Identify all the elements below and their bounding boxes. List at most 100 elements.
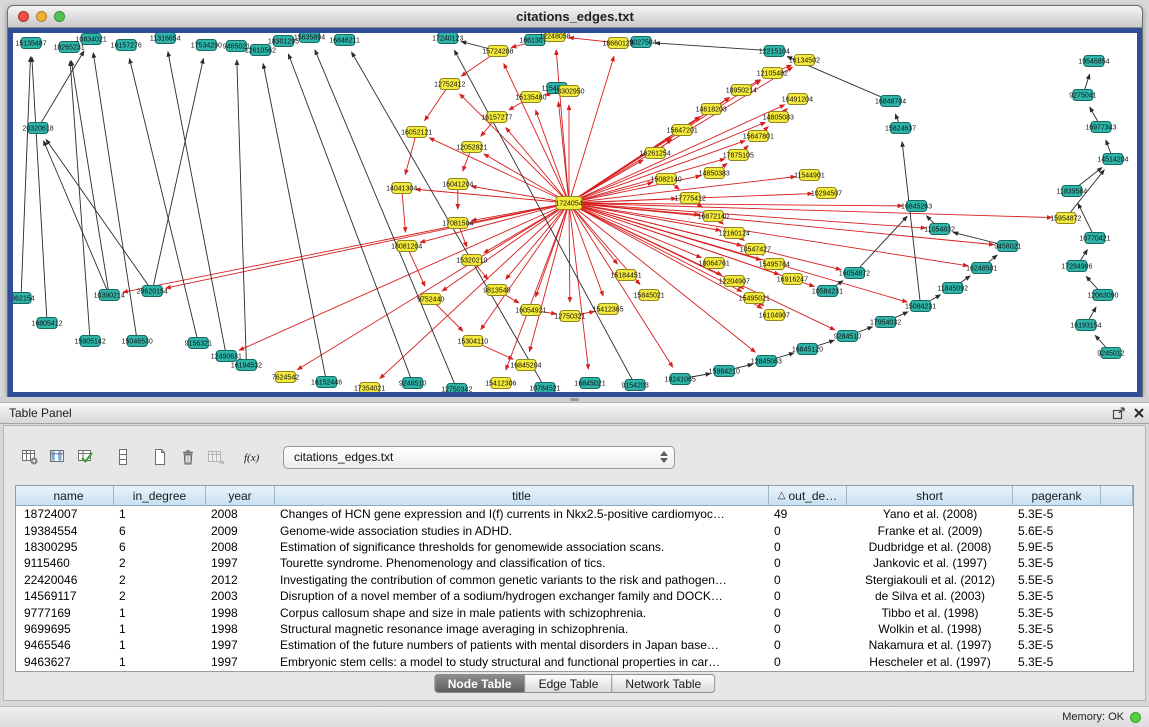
column-header-year[interactable]: year bbox=[206, 486, 275, 506]
network-node[interactable]: 10584231 bbox=[812, 286, 843, 297]
network-node[interactable]: 16846211 bbox=[329, 35, 360, 46]
network-node[interactable]: 20320618 bbox=[22, 123, 53, 134]
network-edge[interactable] bbox=[46, 139, 152, 291]
network-node[interactable]: 17775412 bbox=[675, 193, 706, 204]
network-node[interactable]: 12750342 bbox=[441, 384, 472, 393]
zoom-window-button[interactable] bbox=[54, 11, 65, 22]
column-header-short[interactable]: short bbox=[847, 486, 1013, 506]
network-node[interactable]: 10294507 bbox=[811, 188, 842, 199]
network-edge[interactable] bbox=[21, 57, 30, 298]
network-edge[interactable] bbox=[129, 59, 198, 343]
network-node[interactable]: 16261254 bbox=[640, 148, 671, 159]
network-node[interactable]: 12752412 bbox=[434, 79, 465, 90]
network-node[interactable]: 9245012 bbox=[1097, 348, 1124, 359]
network-node[interactable]: 15046530 bbox=[122, 336, 153, 347]
network-edge[interactable] bbox=[569, 122, 765, 203]
close-panel-icon[interactable] bbox=[1129, 404, 1149, 422]
network-edge[interactable] bbox=[569, 203, 617, 264]
network-node[interactable]: 9246510 bbox=[399, 378, 426, 389]
split-pane-grip[interactable] bbox=[570, 398, 579, 401]
network-node[interactable]: 12845063 bbox=[751, 356, 782, 367]
function-builder-icon[interactable]: f(x) bbox=[239, 444, 267, 471]
table-row[interactable]: 1830029562008Estimation of significance … bbox=[16, 539, 1133, 555]
network-node[interactable]: 14041304 bbox=[386, 183, 417, 194]
tab-node-table[interactable]: Node Table bbox=[434, 674, 526, 693]
network-edge[interactable] bbox=[288, 54, 412, 383]
network-node[interactable]: 15084231 bbox=[905, 301, 936, 312]
column-header-pagerank[interactable]: pagerank bbox=[1013, 486, 1101, 506]
network-node[interactable]: 9752440 bbox=[417, 294, 444, 305]
network-node[interactable]: 9862154 bbox=[13, 293, 35, 304]
edit-table-icon[interactable] bbox=[72, 444, 100, 471]
network-node[interactable]: 15724208 bbox=[482, 46, 513, 57]
columns-icon[interactable] bbox=[44, 444, 72, 471]
network-node[interactable]: 15845021 bbox=[634, 290, 665, 301]
network-node[interactable]: 16054872 bbox=[839, 268, 870, 279]
network-node[interactable]: 11316654 bbox=[150, 33, 181, 44]
table-row[interactable]: 946554611997Estimation of the future num… bbox=[16, 637, 1133, 653]
network-edge[interactable] bbox=[569, 203, 907, 302]
close-window-button[interactable] bbox=[18, 11, 29, 22]
column-header-name[interactable]: name bbox=[16, 486, 114, 506]
network-node[interactable]: 16491204 bbox=[782, 94, 813, 105]
network-node[interactable]: 17954032 bbox=[870, 317, 901, 328]
network-hub-node[interactable]: 1724054 bbox=[555, 197, 582, 210]
network-node[interactable]: 15905142 bbox=[75, 336, 106, 347]
table-row[interactable]: 911546021997Tourette syndrome. Phenomeno… bbox=[16, 555, 1133, 571]
network-node[interactable]: 7624542 bbox=[272, 372, 299, 383]
network-edge[interactable] bbox=[569, 203, 926, 228]
network-node[interactable]: 15412365 bbox=[592, 304, 623, 315]
network-node[interactable]: 16845204 bbox=[510, 360, 541, 371]
network-edge[interactable] bbox=[506, 203, 569, 370]
table-row[interactable]: 1872400712008Changes of HCN gene express… bbox=[16, 506, 1133, 522]
network-node[interactable]: 16134502 bbox=[789, 55, 820, 66]
network-node[interactable]: 16041204 bbox=[442, 179, 473, 190]
table-row[interactable]: 1938455462009Genome-wide association stu… bbox=[16, 522, 1133, 538]
network-node[interactable]: 14805083 bbox=[763, 112, 794, 123]
network-node[interactable]: 18241065 bbox=[665, 374, 696, 385]
network-node[interactable]: 17875105 bbox=[723, 150, 754, 161]
network-edge[interactable] bbox=[416, 189, 569, 203]
network-node[interactable]: 20620154 bbox=[137, 286, 168, 297]
network-node[interactable]: 15647801 bbox=[743, 131, 774, 142]
network-node[interactable]: 16157276 bbox=[111, 40, 142, 51]
network-node[interactable]: 9275041 bbox=[1069, 90, 1096, 101]
network-node[interactable]: 10770421 bbox=[1079, 233, 1110, 244]
table-row[interactable]: 2242004622012Investigating the contribut… bbox=[16, 572, 1133, 588]
network-node[interactable]: 16845021 bbox=[574, 378, 605, 389]
network-node[interactable]: 16157277 bbox=[481, 112, 512, 123]
network-node[interactable]: 9458021 bbox=[994, 241, 1021, 252]
network-node[interactable]: 10547427 bbox=[740, 244, 771, 255]
network-edge[interactable] bbox=[569, 203, 570, 302]
network-node[interactable]: 11839584 bbox=[1057, 186, 1088, 197]
network-node[interactable]: 19546854 bbox=[1078, 56, 1109, 67]
column-settings-icon[interactable] bbox=[16, 444, 44, 471]
network-node[interactable]: 11845092 bbox=[937, 283, 968, 294]
network-node[interactable]: 15647201 bbox=[667, 125, 698, 136]
network-node[interactable]: 9156321 bbox=[185, 338, 212, 349]
network-node[interactable]: 12750321 bbox=[554, 311, 585, 322]
network-node[interactable]: 16193154 bbox=[1070, 320, 1101, 331]
table-row[interactable]: 977716911998Corpus callosum shape and si… bbox=[16, 604, 1133, 620]
network-node[interactable]: 18064761 bbox=[699, 258, 730, 269]
network-edge[interactable] bbox=[71, 61, 109, 295]
network-edge[interactable] bbox=[44, 141, 110, 295]
network-node[interactable]: 14514204 bbox=[1097, 154, 1128, 165]
tab-network-table[interactable]: Network Table bbox=[612, 674, 715, 693]
network-edge[interactable] bbox=[70, 61, 90, 341]
table-row[interactable]: 1456911722003Disruption of a novel membe… bbox=[16, 588, 1133, 604]
network-edge[interactable] bbox=[263, 64, 326, 382]
delete-table-icon[interactable] bbox=[174, 444, 202, 471]
network-node[interactable]: 15635894 bbox=[294, 33, 325, 43]
network-node[interactable]: 10834021 bbox=[76, 34, 107, 45]
network-edge[interactable] bbox=[429, 138, 569, 203]
network-node[interactable]: 9284510 bbox=[834, 331, 861, 342]
network-node[interactable]: 15082140 bbox=[651, 174, 682, 185]
network-edge[interactable] bbox=[402, 188, 406, 232]
table-row[interactable]: 946362711997Embryonic stem cells: a mode… bbox=[16, 654, 1133, 670]
network-edge[interactable] bbox=[405, 132, 416, 174]
network-node[interactable]: 15954872 bbox=[1050, 213, 1081, 224]
network-node[interactable]: 15984210 bbox=[709, 366, 740, 377]
network-node[interactable]: 11054832 bbox=[924, 224, 955, 235]
network-node[interactable]: 12105482 bbox=[757, 68, 788, 79]
